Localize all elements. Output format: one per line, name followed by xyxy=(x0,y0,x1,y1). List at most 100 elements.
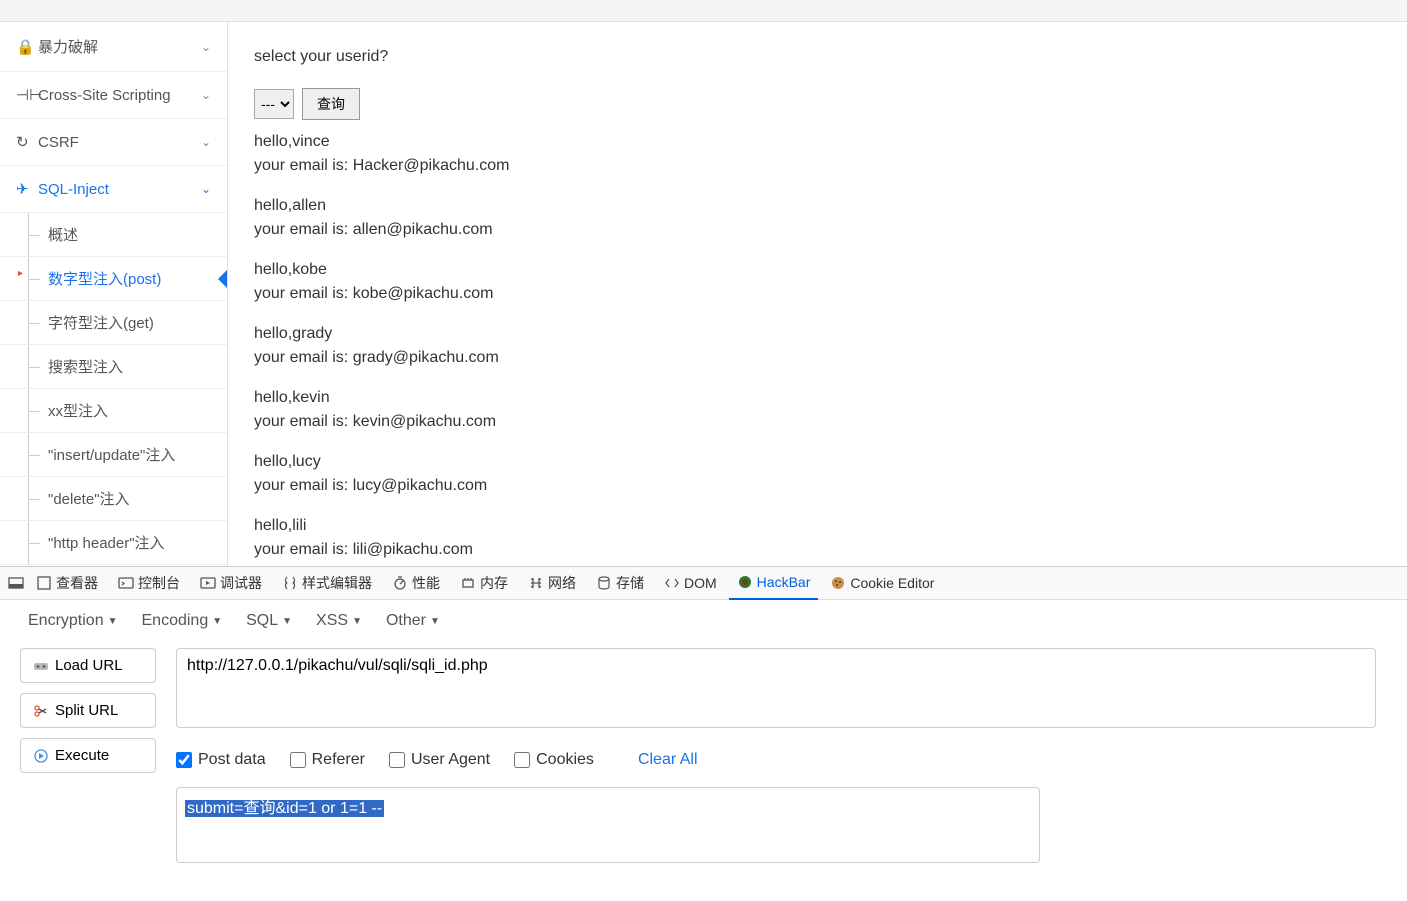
devtools-tab-network[interactable]: 网络 xyxy=(520,569,584,597)
code-icon: ⊣⊢ xyxy=(16,86,30,104)
prompt-text: select your userid? xyxy=(254,48,1381,66)
execute-icon xyxy=(33,748,49,764)
result-block: hello,kevin your email is: kevin@pikachu… xyxy=(254,386,1381,434)
sql-inject-submenu: 概述 数字型注入(post) 字符型注入(get) 搜索型注入 xx型注入 "i… xyxy=(0,213,227,565)
sidebar-item-xss[interactable]: ⊣⊢ Cross-Site Scripting ⌄ xyxy=(0,72,227,119)
url-input[interactable] xyxy=(176,648,1376,728)
sub-item-delete[interactable]: "delete"注入 xyxy=(0,477,227,521)
result-block: hello,lili your email is: lili@pikachu.c… xyxy=(254,514,1381,562)
result-block: hello,lucy your email is: lucy@pikachu.c… xyxy=(254,450,1381,498)
userid-select[interactable]: --- xyxy=(254,89,294,119)
result-block: hello,allen your email is: allen@pikachu… xyxy=(254,194,1381,242)
result-hello: hello,lili xyxy=(254,514,1381,538)
post-data-input-box[interactable]: submit=查询&id=1 or 1=1 -- xyxy=(176,787,1040,863)
load-url-button[interactable]: Load URL xyxy=(20,648,156,683)
query-form: --- 查询 xyxy=(254,88,1381,120)
inspector-icon xyxy=(36,575,52,591)
result-email: your email is: grady@pikachu.com xyxy=(254,346,1381,370)
result-email: your email is: lili@pikachu.com xyxy=(254,538,1381,562)
plane-icon: ✈ xyxy=(16,180,30,198)
post-data-checkbox[interactable]: Post data xyxy=(176,751,266,769)
user-agent-input[interactable] xyxy=(389,752,405,768)
chevron-down-icon: ⌄ xyxy=(201,88,211,102)
devtools-tab-console[interactable]: 控制台 xyxy=(110,569,188,597)
devtools-tab-style[interactable]: 样式编辑器 xyxy=(274,569,380,597)
sub-item-http-header[interactable]: "http header"注入 xyxy=(0,521,227,565)
caret-down-icon: ▼ xyxy=(282,616,292,627)
lock-icon: 🔒 xyxy=(16,38,30,56)
sub-item-search[interactable]: 搜索型注入 xyxy=(0,345,227,389)
result-block: hello,grady your email is: grady@pikachu… xyxy=(254,322,1381,370)
sidebar-item-csrf[interactable]: ↻ CSRF ⌄ xyxy=(0,119,227,166)
chevron-down-icon: ⌄ xyxy=(201,40,211,54)
sub-item-xx[interactable]: xx型注入 xyxy=(0,389,227,433)
sidebar-item-sql-inject[interactable]: ✈ SQL-Inject ⌄ xyxy=(0,166,227,213)
clear-all-link[interactable]: Clear All xyxy=(638,751,698,769)
result-hello: hello,kevin xyxy=(254,386,1381,410)
dock-icon[interactable] xyxy=(8,575,24,591)
hackbar-menu-xss[interactable]: XSS ▼ xyxy=(316,612,362,630)
hackbar-menu-encryption[interactable]: Encryption ▼ xyxy=(28,612,118,630)
referer-checkbox[interactable]: Referer xyxy=(290,751,365,769)
style-icon xyxy=(282,575,298,591)
referer-input[interactable] xyxy=(290,752,306,768)
storage-icon xyxy=(596,575,612,591)
hackbar-icon xyxy=(737,574,753,590)
dom-icon xyxy=(664,575,680,591)
devtools-tab-inspector[interactable]: 查看器 xyxy=(28,569,106,597)
result-hello: hello,lucy xyxy=(254,450,1381,474)
network-icon xyxy=(528,575,544,591)
hackbar-right: Post data Referer User Agent Cookies Cle… xyxy=(176,648,1376,863)
devtools-tab-memory[interactable]: 内存 xyxy=(452,569,516,597)
hackbar-checks: Post data Referer User Agent Cookies Cle… xyxy=(176,751,1376,769)
result-email: your email is: allen@pikachu.com xyxy=(254,218,1381,242)
hackbar-menu-sql[interactable]: SQL ▼ xyxy=(246,612,292,630)
caret-down-icon: ▼ xyxy=(430,616,440,627)
devtools-tab-storage[interactable]: 存储 xyxy=(588,569,652,597)
devtools-tab-cookie-editor[interactable]: Cookie Editor xyxy=(822,571,942,595)
sub-item-string-get[interactable]: 字符型注入(get) xyxy=(0,301,227,345)
sub-item-overview[interactable]: 概述 xyxy=(0,213,227,257)
chevron-down-icon: ⌄ xyxy=(201,182,211,196)
devtools-tab-dom[interactable]: DOM xyxy=(656,571,725,595)
hackbar-buttons: Load URL Split URL Execute xyxy=(20,648,156,863)
result-hello: hello,vince xyxy=(254,130,1381,154)
execute-button[interactable]: Execute xyxy=(20,738,156,773)
sidebar-label: 暴力破解 xyxy=(38,36,98,57)
top-bar xyxy=(0,0,1407,22)
result-block: hello,vince your email is: Hacker@pikach… xyxy=(254,130,1381,178)
hackbar-menu-encoding[interactable]: Encoding ▼ xyxy=(142,612,223,630)
result-hello: hello,grady xyxy=(254,322,1381,346)
query-button[interactable]: 查询 xyxy=(302,88,360,120)
result-block: hello,kobe your email is: kobe@pikachu.c… xyxy=(254,258,1381,306)
performance-icon xyxy=(392,575,408,591)
hackbar-body: Load URL Split URL Execute Post data xyxy=(20,648,1387,863)
split-url-button[interactable]: Split URL xyxy=(20,693,156,728)
sidebar-label: Cross-Site Scripting xyxy=(38,87,171,104)
caret-down-icon: ▼ xyxy=(212,616,222,627)
debugger-icon xyxy=(200,575,216,591)
result-email: your email is: kevin@pikachu.com xyxy=(254,410,1381,434)
sidebar: 🔒 暴力破解 ⌄ ⊣⊢ Cross-Site Scripting ⌄ ↻ CSR… xyxy=(0,22,228,566)
post-data-text: submit=查询&id=1 or 1=1 -- xyxy=(185,800,384,817)
result-email: your email is: kobe@pikachu.com xyxy=(254,282,1381,306)
result-hello: hello,allen xyxy=(254,194,1381,218)
sidebar-label: CSRF xyxy=(38,134,79,151)
memory-icon xyxy=(460,575,476,591)
load-url-icon xyxy=(33,658,49,674)
devtools-tab-performance[interactable]: 性能 xyxy=(384,569,448,597)
cookies-input[interactable] xyxy=(514,752,530,768)
cookies-checkbox[interactable]: Cookies xyxy=(514,751,594,769)
hackbar-menu-other[interactable]: Other ▼ xyxy=(386,612,440,630)
sidebar-item-bruteforce[interactable]: 🔒 暴力破解 ⌄ xyxy=(0,22,227,72)
sub-item-numeric-post[interactable]: 数字型注入(post) xyxy=(0,257,227,301)
hackbar-panel: Encryption ▼ Encoding ▼ SQL ▼ XSS ▼ Othe… xyxy=(0,600,1407,875)
post-data-input[interactable] xyxy=(176,752,192,768)
caret-down-icon: ▼ xyxy=(352,616,362,627)
devtools-tab-debugger[interactable]: 调试器 xyxy=(192,569,270,597)
devtools-tab-hackbar[interactable]: HackBar xyxy=(729,566,819,600)
refresh-icon: ↻ xyxy=(16,133,30,151)
sub-item-insert-update[interactable]: "insert/update"注入 xyxy=(0,433,227,477)
sidebar-label: SQL-Inject xyxy=(38,181,109,198)
user-agent-checkbox[interactable]: User Agent xyxy=(389,751,490,769)
